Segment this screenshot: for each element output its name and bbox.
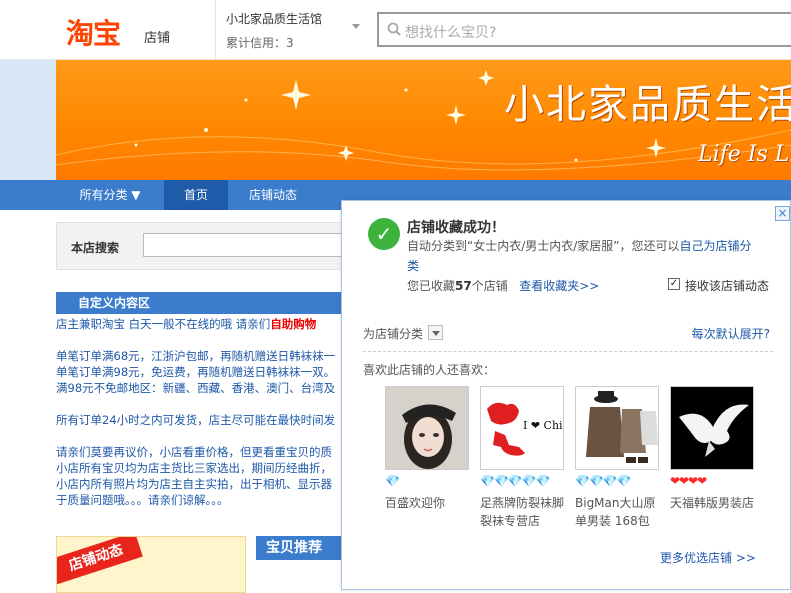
shop-news-ribbon[interactable]: 店铺动态 (57, 537, 143, 585)
heart-rating: ❤❤❤❤ (670, 474, 707, 488)
collected-suffix: 个店铺 (471, 279, 508, 293)
search-icon (387, 22, 401, 36)
shop-name[interactable]: 小北家品质生活馆 (226, 10, 322, 27)
custom-line: 小店内所有照片均为店主自主实拍，出于相机、显示器 (56, 477, 332, 491)
custom-line: 请亲们莫要再议价，小店看重价格，但更看重宝贝的质 (56, 445, 332, 459)
diamond-rating: 💎💎💎💎 (575, 474, 632, 488)
custom-line: 单笔订单满68元，江浙沪包邮，再随机赠送日韩袜袜一 (56, 349, 336, 363)
favorite-success-popup: × ✓ 店铺收藏成功！ 自动分类到“女士内衣/男士内衣/家居服”，您还可以自己为… (341, 200, 791, 590)
nav-home[interactable]: 首页 (164, 180, 228, 210)
custom-area-body: 店主兼职淘宝 白天一般不在线的哦 请亲们自助购物 单笔订单满68元，江浙沪包邮，… (56, 316, 346, 508)
shop-name-link[interactable]: 百盛欢迎你 (385, 494, 469, 512)
custom-line: 店主兼职淘宝 白天一般不在线的哦 请亲们 (56, 317, 271, 331)
shop-name-link[interactable]: 天福韩版男装店 (670, 494, 754, 512)
chevron-down-icon[interactable] (352, 24, 360, 29)
checkmark-icon: ✓ (368, 218, 400, 250)
shop-thumbnail[interactable] (575, 386, 659, 470)
collected-prefix: 您已收藏 (407, 279, 456, 293)
collected-count: 57 (455, 279, 472, 293)
diamond-rating: 💎 (385, 474, 400, 488)
left-strip (0, 60, 56, 180)
logo-subtitle: 店铺 (144, 31, 171, 46)
nav-all-categories[interactable]: 所有分类 ▼ (56, 180, 164, 210)
nav-shop-news[interactable]: 店铺动态 (232, 180, 314, 210)
search-box[interactable]: 想找什么宝贝? (377, 12, 791, 47)
self-service-link[interactable]: 自助购物 (270, 317, 316, 331)
close-icon[interactable]: × (775, 206, 790, 221)
recommended-shop[interactable]: I ❤ China 💎💎💎💎💎 足燕牌防裂袜脚裂袜专营店 (480, 386, 564, 530)
custom-category-link-cont[interactable]: 类 (407, 257, 419, 274)
custom-line: 小店所有宝贝均为店主货比三家选出，期间历经曲折， (56, 461, 332, 475)
also-like-heading: 喜欢此店铺的人还喜欢： (363, 363, 496, 377)
collected-count-text: 您已收藏57个店铺 查看收藏夹>> (407, 277, 599, 294)
shop-name-link[interactable]: BigMan大山原单男装 168包 (575, 494, 659, 530)
shop-news-panel: 店铺动态 (56, 536, 246, 593)
auto-category-text: 自动分类到“女士内衣/男士内衣/家居服”，您还可以自己为店铺分 (407, 237, 752, 254)
custom-category-link[interactable]: 自己为店铺分 (680, 239, 752, 253)
shop-thumbnail[interactable]: I ❤ China (480, 386, 564, 470)
shop-thumbnail[interactable] (385, 386, 469, 470)
china-text: I ❤ China (523, 419, 564, 432)
default-expand-link[interactable]: 每次默认展开? (692, 325, 770, 342)
divider (215, 0, 216, 60)
shop-thumbnail[interactable] (670, 386, 754, 470)
shop-credit: 累计信用：3 (226, 36, 294, 50)
recommended-shop[interactable]: 💎💎💎💎 BigMan大山原单男装 168包 (575, 386, 659, 530)
search-input[interactable]: 想找什么宝贝? (405, 22, 496, 42)
shop-search-label: 本店搜索 (71, 241, 120, 255)
recommend-title: 宝贝推荐 (256, 536, 346, 560)
custom-line: 单笔订单满98元，免运费，再随机赠送日韩袜袜一双。 (56, 365, 336, 379)
shop-banner: 小北家品质生活馆 Life Is Li (56, 60, 791, 180)
divider (363, 351, 773, 352)
custom-line: 所有订单24小时之内可发货，店主尽可能在最快时间发 (56, 413, 336, 427)
auto-category-prefix: 自动分类到“女士内衣/男士内衣/家居服”，您还可以 (407, 239, 680, 253)
receive-news-checkbox[interactable]: ✓ (668, 278, 680, 290)
view-favorites-link[interactable]: 查看收藏夹>> (519, 279, 599, 293)
diamond-rating: 💎💎💎💎💎 (480, 474, 551, 488)
taobao-logo[interactable]: 淘宝 (66, 12, 121, 52)
receive-news-label[interactable]: 接收该店铺动态 (685, 277, 769, 294)
shop-search-input[interactable] (143, 233, 363, 257)
more-shops-link[interactable]: 更多优选店铺 >> (660, 549, 756, 566)
custom-line: 满98元不免邮地区：新疆、西藏、香港、澳门、台湾及 (56, 381, 336, 395)
shop-name-link[interactable]: 足燕牌防裂袜脚裂袜专营店 (480, 494, 564, 530)
recommended-shop[interactable]: ❤❤❤❤ 天福韩版男装店 (670, 386, 754, 512)
category-label: 为店铺分类 (363, 327, 424, 341)
top-header: 淘宝 店铺 小北家品质生活馆 累计信用：3 想找什么宝贝? (0, 0, 791, 60)
success-title: 店铺收藏成功！ (407, 220, 505, 236)
category-dropdown[interactable] (428, 325, 443, 340)
custom-line: 于质量问题哦。。。请亲们谅解。。。 (56, 493, 229, 507)
recommended-shop[interactable]: 💎 百盛欢迎你 (385, 386, 469, 512)
banner-subtitle: Life Is Li (698, 142, 791, 167)
shop-search-panel: 本店搜索 (56, 222, 363, 270)
banner-title: 小北家品质生活馆 (504, 82, 791, 128)
custom-area-title: 自定义内容区 (56, 292, 356, 314)
